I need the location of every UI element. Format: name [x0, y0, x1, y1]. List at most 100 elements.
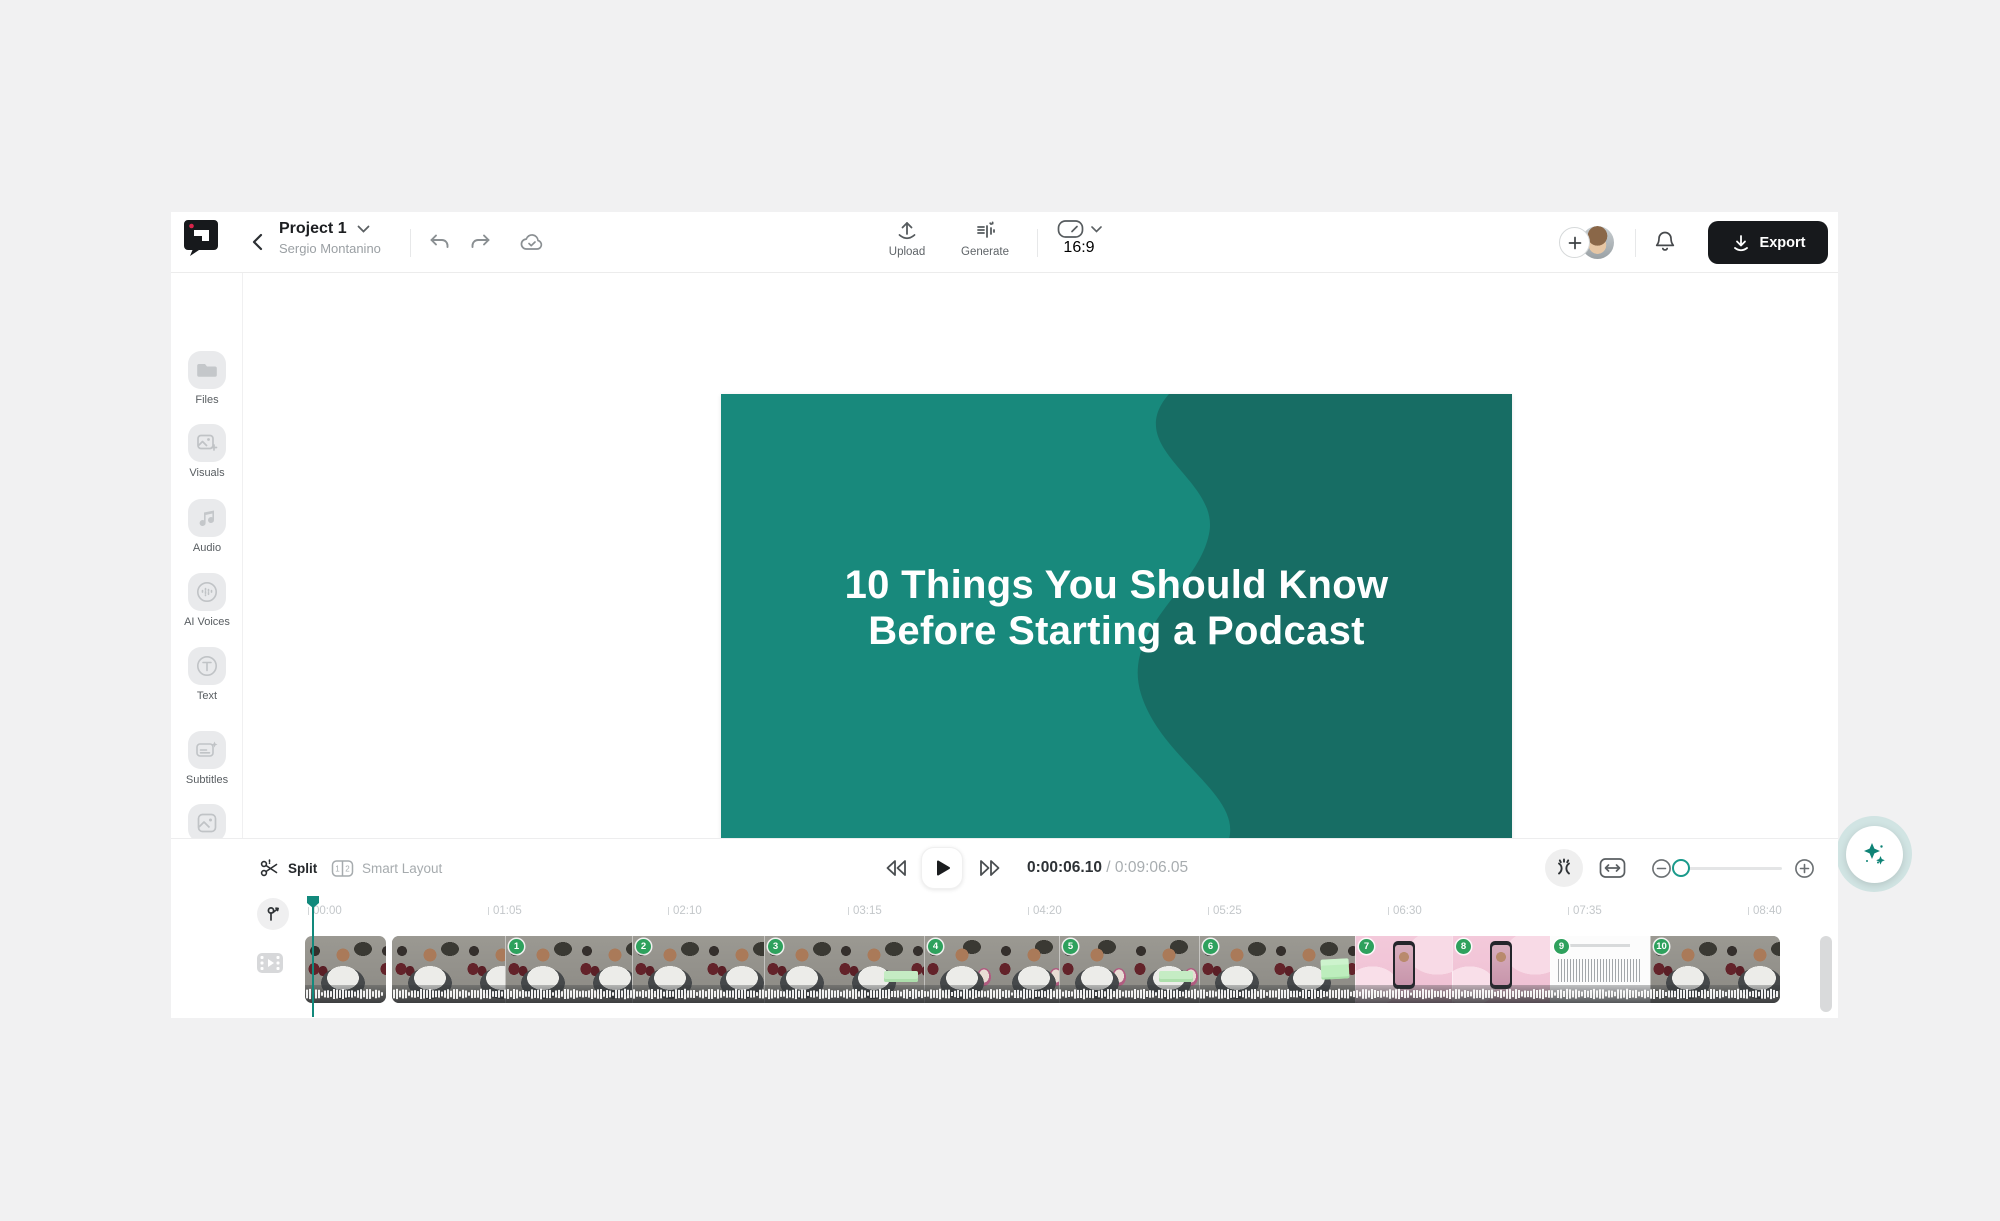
- chapter-marker-badge[interactable]: 8: [1456, 939, 1471, 954]
- ruler-time-label: 07:35: [1568, 905, 1602, 917]
- sidebar-item-label: AI Voices: [171, 616, 243, 628]
- sidebar-item-text[interactable]: Text: [171, 647, 243, 702]
- add-collaborator-button[interactable]: [1559, 227, 1590, 258]
- auto-trim-button[interactable]: [1545, 849, 1583, 887]
- sidebar-item-audio[interactable]: Audio: [171, 499, 243, 554]
- subtitles-icon: [188, 731, 226, 769]
- folder-icon: [188, 351, 226, 389]
- chapter-marker-badge[interactable]: 2: [636, 939, 651, 954]
- cloud-saved-icon: [519, 230, 545, 256]
- export-label: Export: [1760, 235, 1806, 251]
- upload-button[interactable]: Upload: [872, 219, 942, 258]
- ruler-time-label: 01:05: [488, 905, 522, 917]
- ruler-time-label: 05:25: [1208, 905, 1242, 917]
- video-title-text[interactable]: 10 Things You Should Know Before Startin…: [721, 562, 1512, 654]
- total-time: 0:09:06.05: [1115, 859, 1188, 876]
- chapter-marker-badge[interactable]: 5: [1063, 939, 1078, 954]
- project-info: Project 1 Sergio Montanino: [279, 220, 381, 256]
- rewind-button[interactable]: [883, 856, 909, 880]
- upload-label: Upload: [872, 246, 942, 258]
- zoom-in-button[interactable]: [1794, 858, 1815, 879]
- sidebar-item-subtitles[interactable]: Subtitles: [171, 731, 243, 786]
- audio-waveform: [392, 985, 1780, 1003]
- ruler-time-label: 06:30: [1388, 905, 1422, 917]
- fit-timeline-button[interactable]: [1599, 857, 1626, 879]
- split-label: Split: [288, 861, 317, 876]
- redo-icon[interactable]: [467, 230, 493, 256]
- chevron-down-icon[interactable]: [357, 225, 370, 233]
- play-icon: [932, 858, 952, 878]
- sidebar-item-label: Visuals: [171, 467, 243, 479]
- generate-button[interactable]: Generate: [950, 219, 1020, 258]
- project-owner: Sergio Montanino: [279, 241, 381, 256]
- text-icon: [188, 647, 226, 685]
- phone-mockup-thumb: [1490, 941, 1512, 989]
- sidebar-item-ai-voices[interactable]: AI Voices: [171, 573, 243, 628]
- sidebar-item-visuals[interactable]: Visuals: [171, 424, 243, 479]
- editor-window: Project 1 Sergio Montanino Upload Genera…: [171, 212, 1838, 1018]
- timecode-display: 0:00:06.10 / 0:09:06.05: [1027, 859, 1188, 877]
- ruler-time-label: 04:20: [1028, 905, 1062, 917]
- video-canvas[interactable]: 10 Things You Should Know Before Startin…: [721, 394, 1512, 839]
- aspect-ratio-label: 16:9: [1063, 239, 1094, 256]
- smart-layout-label: Smart Layout: [362, 861, 442, 876]
- visuals-icon: [188, 424, 226, 462]
- chapter-marker-badge[interactable]: 9: [1554, 939, 1569, 954]
- ai-assistant-button[interactable]: [1836, 816, 1912, 892]
- sidebar-item-files[interactable]: Files: [171, 351, 243, 406]
- caption-tag: [1159, 971, 1193, 982]
- svg-text:2: 2: [345, 864, 350, 873]
- phone-mockup-thumb: [1393, 941, 1415, 989]
- smart-layout-button[interactable]: 12 Smart Layout: [331, 839, 442, 897]
- caption-tag: [884, 971, 918, 982]
- project-title[interactable]: Project 1: [279, 220, 347, 238]
- timeline-scrollbar[interactable]: [1820, 936, 1832, 1012]
- timeline-clip[interactable]: 1 2 3 4 5 6 7 8 9 10: [392, 936, 1780, 1003]
- caption-tag: [1320, 958, 1349, 979]
- ruler-time-label: 08:40: [1748, 905, 1782, 917]
- back-button[interactable]: [247, 231, 269, 253]
- export-button[interactable]: Export: [1708, 221, 1828, 264]
- sparkles-icon: [1859, 839, 1889, 869]
- header-divider: [410, 229, 411, 257]
- current-time: 0:00:06.10: [1027, 859, 1102, 876]
- chapter-marker-badge[interactable]: 1: [509, 939, 524, 954]
- smart-layout-icon: 12: [331, 859, 354, 878]
- chapter-marker-badge[interactable]: 10: [1654, 939, 1669, 954]
- sidebar: FilesVisualsAudioAI VoicesTextSubtitlesB…: [171, 273, 243, 838]
- video-track: 1 2 3 4 5 6 7 8 9 10: [171, 936, 1838, 1003]
- play-button[interactable]: [921, 847, 963, 889]
- fast-forward-button[interactable]: [977, 856, 1003, 880]
- sidebar-item-label: Files: [171, 394, 243, 406]
- chapter-marker-badge[interactable]: 7: [1359, 939, 1374, 954]
- ruler-time-label: 02:10: [668, 905, 702, 917]
- zoom-slider-knob[interactable]: [1672, 859, 1690, 877]
- timeline-zoom-slider[interactable]: [1674, 867, 1782, 870]
- chart-thumb: [1558, 959, 1642, 982]
- notifications-bell-icon[interactable]: [1652, 229, 1678, 255]
- chapter-marker-badge[interactable]: 3: [768, 939, 783, 954]
- svg-text:1: 1: [335, 864, 340, 873]
- zoom-out-button[interactable]: [1651, 858, 1672, 879]
- background-icon: [188, 804, 226, 842]
- audio-icon: [188, 499, 226, 537]
- timeline-panel: Split 12 Smart Layout 0:00:06.10 / 0:09:…: [171, 838, 1838, 1018]
- undo-icon[interactable]: [427, 230, 453, 256]
- sidebar-item-label: Subtitles: [171, 774, 243, 786]
- sidebar-item-label: Audio: [171, 542, 243, 554]
- video-clip-track-icon: [256, 952, 284, 974]
- generate-label: Generate: [950, 246, 1020, 258]
- sidebar-item-label: Text: [171, 690, 243, 702]
- aspect-ratio-icon: [1057, 219, 1084, 239]
- aspect-ratio-button[interactable]: 16:9: [1036, 219, 1122, 257]
- split-button[interactable]: Split: [259, 839, 317, 897]
- playhead[interactable]: [306, 895, 320, 1017]
- podcastle-logo-icon[interactable]: [181, 217, 221, 257]
- chapter-marker-badge[interactable]: 4: [928, 939, 943, 954]
- download-icon: [1731, 233, 1751, 253]
- timeline-ruler[interactable]: 00:0001:0502:1003:1504:2005:2506:3007:35…: [171, 897, 1838, 936]
- ruler-time-label: 03:15: [848, 905, 882, 917]
- chapter-marker-badge[interactable]: 6: [1203, 939, 1218, 954]
- snap-icon: [264, 905, 282, 923]
- magnetic-snap-button[interactable]: [257, 898, 289, 930]
